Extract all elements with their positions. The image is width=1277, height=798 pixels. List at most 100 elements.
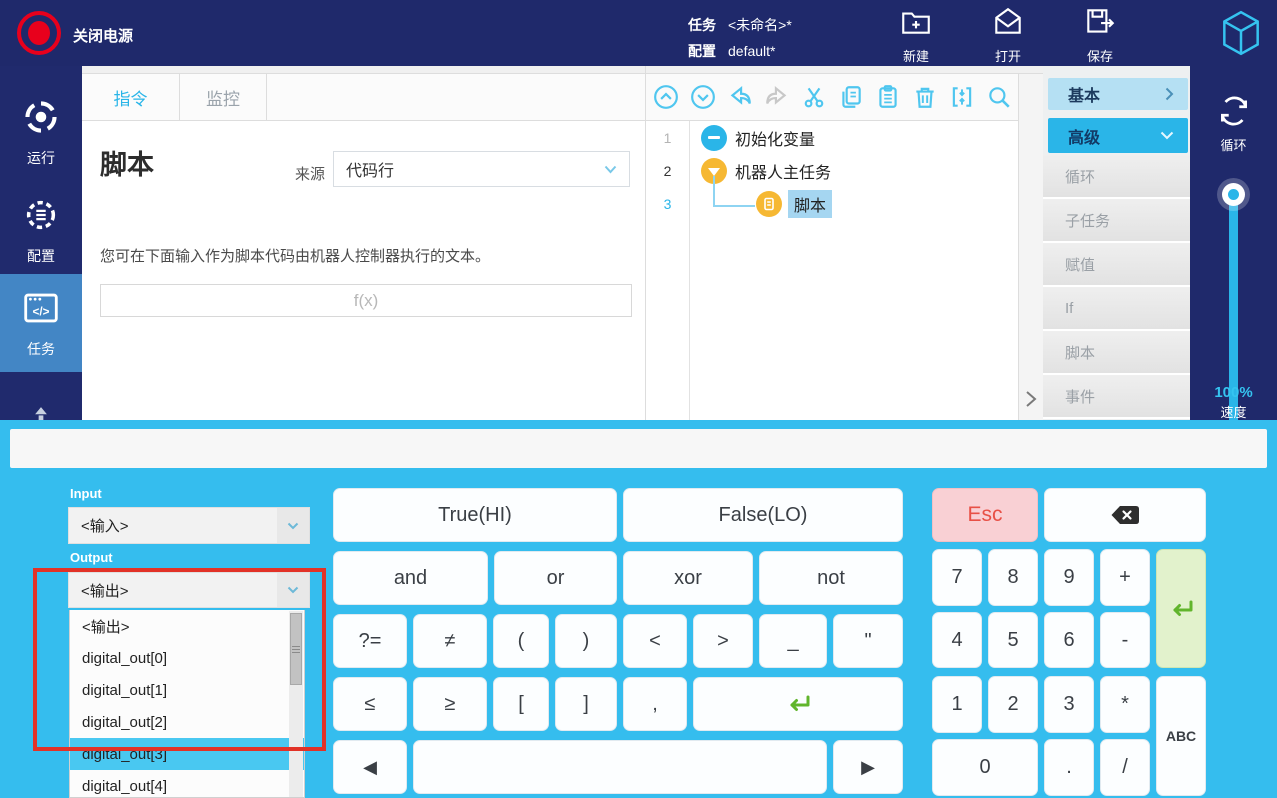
key-minus[interactable]: - xyxy=(1100,612,1150,668)
delete-button[interactable] xyxy=(912,84,938,110)
dropdown-option[interactable]: digital_out[1] xyxy=(70,674,304,706)
key-asterisk[interactable]: * xyxy=(1100,676,1150,733)
key-greater-equal[interactable]: ≥ xyxy=(413,677,487,731)
palette-group-basic[interactable]: 基本 xyxy=(1048,78,1188,110)
key-not[interactable]: not xyxy=(759,551,903,605)
sidebar-item-task[interactable]: </> 任务 xyxy=(0,274,82,372)
key-bracket-close[interactable]: ] xyxy=(555,677,617,731)
expression-field[interactable] xyxy=(100,284,632,317)
tree-row-script[interactable]: 3 脚本 xyxy=(646,187,1019,220)
dropdown-scrollbar[interactable] xyxy=(289,611,303,797)
fold-button[interactable] xyxy=(949,84,975,110)
key-and[interactable]: and xyxy=(333,551,488,605)
key-true-hi[interactable]: True(HI) xyxy=(333,488,617,542)
copy-button[interactable] xyxy=(838,84,864,110)
keyboard-expression-input[interactable] xyxy=(10,429,1267,468)
loop-mode-button[interactable]: 循环 xyxy=(1190,92,1277,154)
key-4[interactable]: 4 xyxy=(932,612,982,668)
tree-row-init-vars[interactable]: 1 初始化变量 xyxy=(646,121,1019,154)
key-slash[interactable]: / xyxy=(1100,739,1150,796)
power-button[interactable] xyxy=(17,11,61,55)
dropdown-option[interactable]: digital_out[0] xyxy=(70,642,304,674)
key-backspace[interactable] xyxy=(1044,488,1206,542)
key-cursor-right[interactable]: ▶ xyxy=(833,740,903,794)
script-description: 您可在下面输入作为脚本代码由机器人控制器执行的文本。 xyxy=(100,248,491,265)
key-9[interactable]: 9 xyxy=(1044,549,1094,606)
config-label: 配置 xyxy=(688,43,716,59)
palette-item-script[interactable]: 脚本 xyxy=(1043,331,1190,375)
source-label: 来源 xyxy=(295,166,326,183)
key-1[interactable]: 1 xyxy=(932,676,982,733)
key-2[interactable]: 2 xyxy=(988,676,1038,733)
output-select[interactable]: <输出> xyxy=(68,572,310,608)
key-greater-than[interactable]: > xyxy=(693,614,753,668)
key-plus[interactable]: + xyxy=(1100,549,1150,606)
key-false-lo[interactable]: False(LO) xyxy=(623,488,903,542)
key-period[interactable]: . xyxy=(1044,739,1094,796)
tree-row-label: 初始化变量 xyxy=(735,131,816,149)
save-button[interactable]: 保存 xyxy=(1069,5,1131,65)
key-abc-mode[interactable]: ABC xyxy=(1156,676,1206,796)
key-7[interactable]: 7 xyxy=(932,549,982,606)
paste-icon xyxy=(879,85,897,108)
key-less-than[interactable]: < xyxy=(623,614,687,668)
search-button[interactable] xyxy=(986,84,1012,110)
dropdown-option[interactable]: digital_out[2] xyxy=(70,706,304,738)
speed-sidebar: 循环 100% 速度 xyxy=(1190,66,1277,434)
chevron-right-icon[interactable] xyxy=(1024,389,1038,414)
palette-item-event[interactable]: 事件 xyxy=(1043,375,1190,419)
move-down-button[interactable] xyxy=(690,84,716,110)
paste-button[interactable] xyxy=(875,84,901,110)
key-enter[interactable] xyxy=(1156,549,1206,668)
key-0[interactable]: 0 xyxy=(932,739,1038,796)
key-underscore[interactable]: _ xyxy=(759,614,827,668)
cut-button[interactable] xyxy=(801,84,827,110)
key-not-equal[interactable]: ≠ xyxy=(413,614,487,668)
redo-button[interactable] xyxy=(764,84,790,110)
dropdown-scrollbar-thumb[interactable] xyxy=(290,613,302,685)
palette-item-assign[interactable]: 赋值 xyxy=(1043,243,1190,287)
undo-button[interactable] xyxy=(727,84,753,110)
cut-icon xyxy=(804,87,824,108)
key-esc[interactable]: Esc xyxy=(932,488,1038,542)
speed-slider-handle[interactable] xyxy=(1222,183,1245,206)
topbar: 关闭电源 任务 <未命名>* 配置 default* 新建 打开 保存 xyxy=(0,0,1277,66)
dropdown-option[interactable]: digital_out[4] xyxy=(70,770,304,798)
dropdown-option[interactable]: <输出> xyxy=(70,610,304,642)
input-select[interactable]: <输入> xyxy=(68,507,310,544)
sidebar-item-run[interactable]: 运行 xyxy=(0,84,82,181)
key-less-equal[interactable]: ≤ xyxy=(333,677,407,731)
open-button[interactable]: 打开 xyxy=(977,5,1039,65)
palette-group-advanced[interactable]: 高级 xyxy=(1048,118,1188,153)
move-up-button[interactable] xyxy=(653,84,679,110)
key-comma[interactable]: , xyxy=(623,677,687,731)
dropdown-option-highlighted[interactable]: digital_out[3] xyxy=(70,738,304,770)
palette-item-if[interactable]: If xyxy=(1043,287,1190,331)
key-8[interactable]: 8 xyxy=(988,549,1038,606)
key-bracket-open[interactable]: [ xyxy=(493,677,549,731)
tab-instruction[interactable]: 指令 xyxy=(82,74,180,120)
key-6[interactable]: 6 xyxy=(1044,612,1094,668)
source-select[interactable]: 代码行 xyxy=(333,151,630,187)
key-or[interactable]: or xyxy=(494,551,617,605)
key-5[interactable]: 5 xyxy=(988,612,1038,668)
sidebar-item-config[interactable]: 配置 xyxy=(0,182,82,279)
tab-monitor[interactable]: 监控 xyxy=(180,74,267,120)
tree-row-main-task[interactable]: 2 机器人主任务 xyxy=(646,154,1019,187)
key-cursor-left[interactable]: ◀ xyxy=(333,740,407,794)
new-button[interactable]: 新建 xyxy=(885,5,947,65)
sidebar-item-label: 任务 xyxy=(27,340,55,357)
tree-row-number: 1 xyxy=(663,129,672,146)
palette-item-subtask[interactable]: 子任务 xyxy=(1043,199,1190,243)
key-assign-compare[interactable]: ?= xyxy=(333,614,407,668)
key-xor[interactable]: xor xyxy=(623,551,753,605)
key-quote[interactable]: " xyxy=(833,614,903,668)
key-paren-open[interactable]: ( xyxy=(493,614,549,668)
key-enter-wide[interactable] xyxy=(693,677,903,731)
palette-item-loop[interactable]: 循环 xyxy=(1043,155,1190,199)
key-3[interactable]: 3 xyxy=(1044,676,1094,733)
key-paren-close[interactable]: ) xyxy=(555,614,617,668)
keyboard-overlay: Input <输入> Output <输出> <输出> digital_out[… xyxy=(0,420,1277,798)
power-icon xyxy=(28,21,50,45)
key-space[interactable] xyxy=(413,740,827,794)
